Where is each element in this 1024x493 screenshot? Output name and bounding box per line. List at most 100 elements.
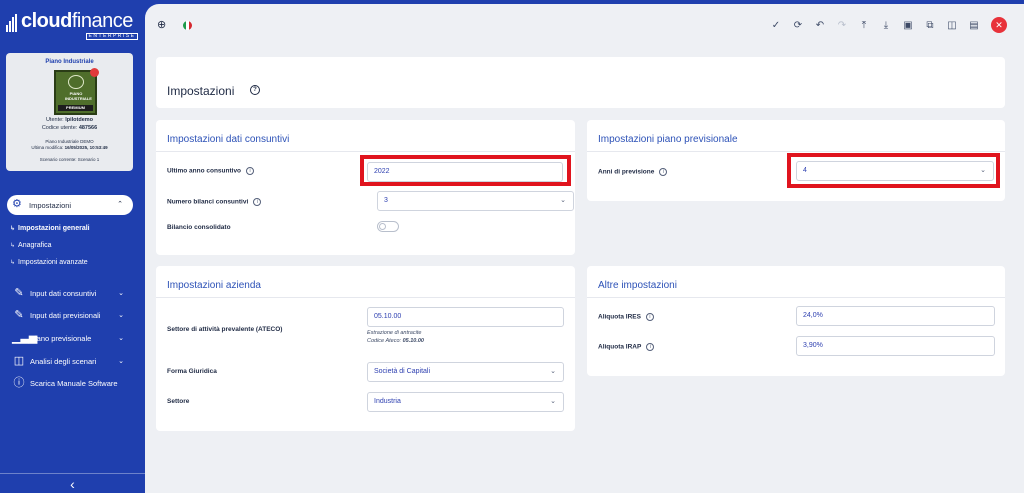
forma-giuridica-select[interactable]: Società di Capitali ⌄: [367, 362, 564, 382]
upload-icon[interactable]: ⤒: [853, 20, 875, 31]
seal-icon: [68, 75, 84, 89]
plan-scenario: Scenario corrente: Scenario 1: [39, 157, 100, 162]
toolbar: ⊕ ✓ ⟳ ↶ ↷ ⤒ ⤓ ▣ ⧉ ◫ ▤ ✕: [145, 4, 1024, 48]
page-title-card: Impostazioni ?: [156, 57, 1005, 108]
columns-icon: ◫: [13, 355, 25, 367]
info-icon[interactable]: i: [246, 167, 255, 175]
chevron-down-icon: ⌄: [550, 398, 556, 405]
main-content: ⊕ ✓ ⟳ ↶ ↷ ⤒ ⤓ ▣ ⧉ ◫ ▤ ✕ Impostazioni ? I…: [145, 4, 1024, 493]
card-piano-previsionale: Impostazioni piano previsionale Anni di …: [587, 120, 1005, 201]
plan-last-modified: Ultima modifica: 16/05/2025, 10:53:49: [31, 145, 108, 150]
sidebar-section-impostazioni[interactable]: ⚙ Impostazioni ⌃: [7, 195, 133, 215]
chevron-up-icon: ⌃: [117, 201, 123, 208]
plan-image-text: PIANO INDUSTRIALE: [65, 91, 92, 101]
numero-bilanci-label: Numero bilanci consuntivi i: [167, 198, 262, 206]
divider: [156, 151, 575, 152]
sidebar-subitem-impostazioni-generali[interactable]: ↳ Impostazioni generali: [0, 225, 145, 232]
redo-icon[interactable]: ↷: [831, 20, 853, 31]
ateco-helper: Estrazione di antracite Codice Ateco: 05…: [367, 330, 424, 344]
sidebar-item-piano-previsionale[interactable]: ▁▃▅ Piano previsionale ⌄: [12, 332, 132, 346]
close-icon[interactable]: ✕: [991, 17, 1007, 33]
forma-giuridica-label: Forma Giuridica: [167, 368, 217, 375]
sidebar-subitem-anagrafica[interactable]: ↳ Anagrafica: [0, 242, 145, 249]
highlight-box: [360, 155, 571, 186]
sidebar-item-scarica-manuale[interactable]: ⓘ Scarica Manuale Software: [12, 377, 132, 391]
bilancio-consolidato-toggle[interactable]: [377, 221, 399, 232]
plan-card[interactable]: Piano Industriale PIANO INDUSTRIALE PREM…: [6, 53, 133, 171]
edit-icon: ✎: [14, 309, 24, 321]
brand-name: cloudfinance: [21, 10, 133, 32]
page-title: Impostazioni: [167, 84, 235, 98]
sidebar: cloudfinance ENTERPRISE Piano Industrial…: [0, 0, 145, 493]
divider: [587, 151, 1005, 152]
aliquota-ires-input[interactable]: 24,0%: [796, 306, 995, 326]
divider: [156, 297, 575, 298]
info-icon[interactable]: i: [646, 343, 655, 351]
card-title: Impostazioni azienda: [167, 280, 261, 291]
language-flag-italy-icon[interactable]: [183, 21, 192, 30]
help-circle-icon: ⓘ: [13, 377, 25, 389]
ultimo-anno-label: Ultimo anno consuntivo i: [167, 167, 255, 175]
toggle-knob: [379, 223, 386, 230]
check-icon[interactable]: ✓: [765, 20, 787, 31]
brand-logo[interactable]: cloudfinance ENTERPRISE: [6, 8, 138, 40]
info-icon[interactable]: i: [253, 198, 262, 206]
split-view-icon[interactable]: ◫: [941, 20, 963, 31]
chevron-down-icon: ⌄: [118, 358, 124, 365]
table-icon[interactable]: ▤: [963, 20, 985, 31]
toolbar-actions: ✓ ⟳ ↶ ↷ ⤒ ⤓ ▣ ⧉ ◫ ▤ ✕: [765, 17, 1007, 33]
card-impostazioni-azienda: Impostazioni azienda Settore di attività…: [156, 266, 575, 431]
logo-bars-icon: [6, 14, 20, 32]
subitem-arrow-icon: ↳: [10, 226, 16, 232]
help-icon[interactable]: ?: [250, 85, 260, 95]
chevron-down-icon: ⌄: [118, 290, 124, 297]
plan-product-image: PIANO INDUSTRIALE PREMIUM: [54, 68, 99, 115]
sidebar-item-input-dati-previsionali[interactable]: ✎ Input dati previsionali ⌄: [12, 309, 132, 323]
bilancio-consolidato-label: Bilancio consolidato: [167, 224, 231, 231]
aliquota-ires-label: Aliquota IRES i: [598, 313, 654, 321]
divider: [587, 297, 1005, 298]
plan-user: Utente: lpilotdemo: [45, 117, 94, 123]
info-icon[interactable]: i: [659, 168, 668, 176]
settore-attivita-label: Settore di attività prevalente (ATECO): [167, 326, 283, 333]
card-title: Impostazioni piano previsionale: [598, 134, 738, 145]
chevron-down-icon: ⌄: [118, 312, 124, 319]
anni-previsione-label: Anni di previsione i: [598, 168, 668, 176]
card-title: Impostazioni dati consuntivi: [167, 134, 290, 145]
chevron-left-icon: ‹: [70, 476, 75, 492]
notification-badge: [90, 68, 99, 77]
info-icon[interactable]: i: [645, 313, 654, 321]
support-icon[interactable]: ⊕: [157, 19, 166, 31]
subitem-arrow-icon: ↳: [10, 260, 16, 266]
sidebar-item-input-dati-consuntivi[interactable]: ✎ Input dati consuntivi ⌄: [12, 287, 132, 301]
download-icon[interactable]: ⤓: [875, 20, 897, 31]
subitem-arrow-icon: ↳: [10, 243, 16, 249]
sidebar-subitem-impostazioni-avanzate[interactable]: ↳ Impostazioni avanzate: [0, 259, 145, 266]
card-title: Altre impostazioni: [598, 280, 677, 291]
ateco-input[interactable]: 05.10.00: [367, 307, 564, 327]
edit-icon: ✎: [14, 287, 24, 299]
save-icon[interactable]: ▣: [897, 20, 919, 31]
chevron-down-icon: ⌄: [550, 368, 556, 375]
sidebar-collapse-button[interactable]: ‹: [0, 473, 145, 493]
refresh-icon[interactable]: ⟳: [787, 20, 809, 31]
sidebar-item-analisi-scenari[interactable]: ◫ Analisi degli scenari ⌄: [12, 355, 132, 369]
aliquota-irap-input[interactable]: 3,90%: [796, 336, 995, 356]
chevron-down-icon: ⌄: [560, 197, 566, 204]
sidebar-section-label: Impostazioni: [29, 201, 72, 210]
brand-edition: ENTERPRISE: [86, 33, 138, 40]
undo-icon[interactable]: ↶: [809, 20, 831, 31]
plan-card-title: Piano Industriale: [45, 59, 94, 65]
plan-user-code: Codice utente: 487566: [41, 125, 98, 131]
premium-label: PREMIUM: [58, 105, 93, 111]
highlight-box: [787, 153, 1000, 188]
gear-icon: ⚙: [12, 198, 22, 210]
bar-chart-icon: ▁▃▅: [12, 332, 38, 344]
numero-bilanci-select[interactable]: 3 ⌄: [377, 191, 574, 211]
settore-select[interactable]: Industria ⌄: [367, 392, 564, 412]
chevron-down-icon: ⌄: [118, 335, 124, 342]
aliquota-irap-label: Aliquota IRAP i: [598, 343, 655, 351]
card-dati-consuntivi: Impostazioni dati consuntivi Ultimo anno…: [156, 120, 575, 255]
settore-label: Settore: [167, 398, 190, 405]
copy-icon[interactable]: ⧉: [919, 20, 941, 31]
